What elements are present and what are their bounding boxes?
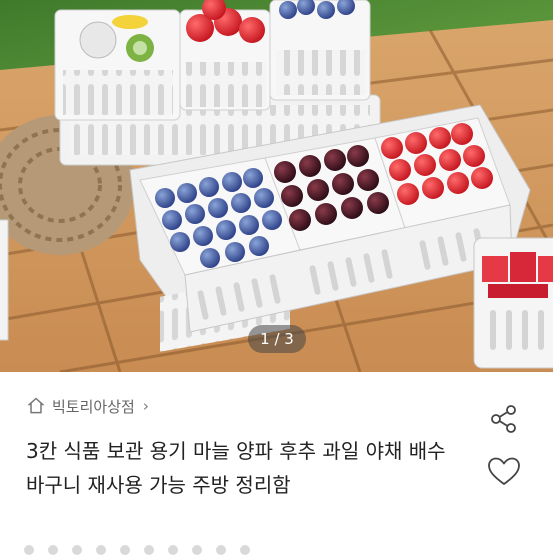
share-icon <box>491 405 516 433</box>
chevron-right-icon: › <box>142 397 149 415</box>
product-title: 3칸 식품 보관 용기 마늘 양파 후추 과일 야채 배수 바구니 재사용 가능… <box>26 439 446 497</box>
watermelon-basket <box>473 237 553 369</box>
product-image[interactable]: 1 / 3 <box>0 0 553 372</box>
store-name: 빅토리아상점 <box>52 397 135 416</box>
image-pager: 1 / 3 <box>248 325 306 353</box>
share-button[interactable] <box>484 399 524 439</box>
heart-icon <box>488 457 520 485</box>
store-link[interactable]: 빅토리아상점 › <box>26 393 149 419</box>
rating-dots <box>24 545 250 555</box>
home-icon <box>28 397 44 414</box>
like-button[interactable] <box>484 452 524 492</box>
